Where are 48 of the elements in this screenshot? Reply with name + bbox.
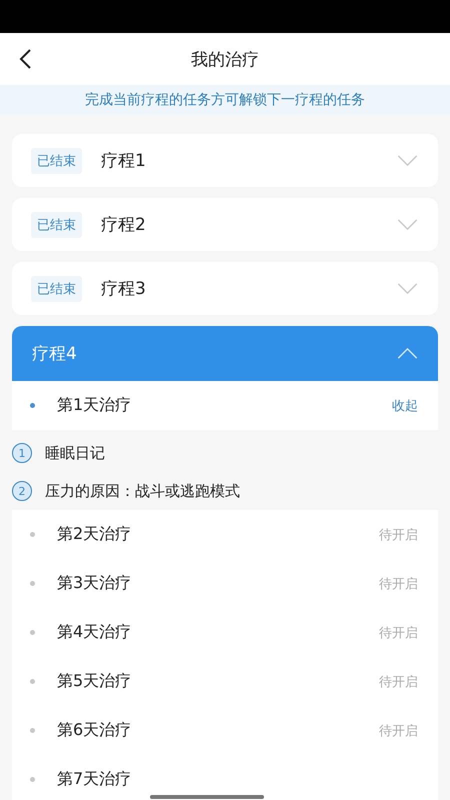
notice-text: 完成当前疗程的任务方可解锁下一疗程的任务	[0, 85, 450, 115]
number-badge: 1	[12, 443, 32, 463]
bullet-icon	[30, 403, 35, 408]
day-row[interactable]: 第6天治疗 待开启	[12, 706, 438, 755]
collapse-link[interactable]: 收起	[392, 396, 418, 414]
day-title: 第5天治疗	[57, 671, 132, 692]
bullet-icon	[30, 679, 35, 684]
course-title: 疗程4	[32, 343, 78, 365]
task-title[interactable]: 压力的原因：战斗或逃跑模式	[45, 482, 240, 500]
course-card[interactable]: 已结束 疗程1	[12, 134, 438, 187]
bullet-icon	[30, 630, 35, 635]
day-status: 待开启	[379, 526, 418, 544]
day-row[interactable]: 第7天治疗	[12, 755, 438, 800]
status-tag: 已结束	[31, 148, 82, 174]
day-title: 第2天治疗	[57, 524, 132, 545]
day-title: 第6天治疗	[57, 720, 132, 741]
chevron-up-icon	[397, 348, 418, 359]
status-tag: 已结束	[31, 276, 82, 302]
course-card[interactable]: 已结束 疗程2	[12, 198, 438, 251]
bullet-icon	[30, 777, 35, 782]
day-row[interactable]: 第4天治疗 待开启	[12, 608, 438, 657]
page-title: 我的治疗	[191, 48, 259, 70]
course-card[interactable]: 已结束 疗程3	[12, 262, 438, 315]
day-row[interactable]: 第3天治疗 待开启	[12, 559, 438, 608]
back-icon[interactable]	[19, 49, 31, 69]
bullet-icon	[30, 728, 35, 733]
day-status: 待开启	[379, 722, 418, 740]
number-badge: 2	[12, 481, 32, 501]
course-title: 疗程3	[101, 278, 147, 300]
task-title[interactable]: 睡眠日记	[45, 444, 105, 462]
day-title: 第4天治疗	[57, 622, 132, 643]
chevron-down-icon	[397, 283, 418, 294]
status-tag: 已结束	[31, 212, 82, 238]
day-title: 第1天治疗	[57, 395, 132, 416]
day-status: 待开启	[379, 624, 418, 642]
bullet-icon	[30, 581, 35, 586]
course-title: 疗程2	[101, 214, 147, 236]
day-row[interactable]: 第2天治疗 待开启	[12, 510, 438, 559]
day-row[interactable]: 第5天治疗 待开启	[12, 657, 438, 706]
day-title: 第3天治疗	[57, 573, 132, 594]
day-status: 待开启	[379, 576, 418, 592]
day-status: 待开启	[379, 674, 418, 690]
course-title: 疗程1	[101, 150, 147, 172]
day-row[interactable]: 第1天治疗 收起	[12, 381, 438, 430]
day-title: 第7天治疗	[57, 769, 132, 790]
chevron-down-icon	[397, 219, 418, 230]
bullet-icon	[30, 532, 35, 537]
chevron-down-icon	[397, 155, 418, 166]
